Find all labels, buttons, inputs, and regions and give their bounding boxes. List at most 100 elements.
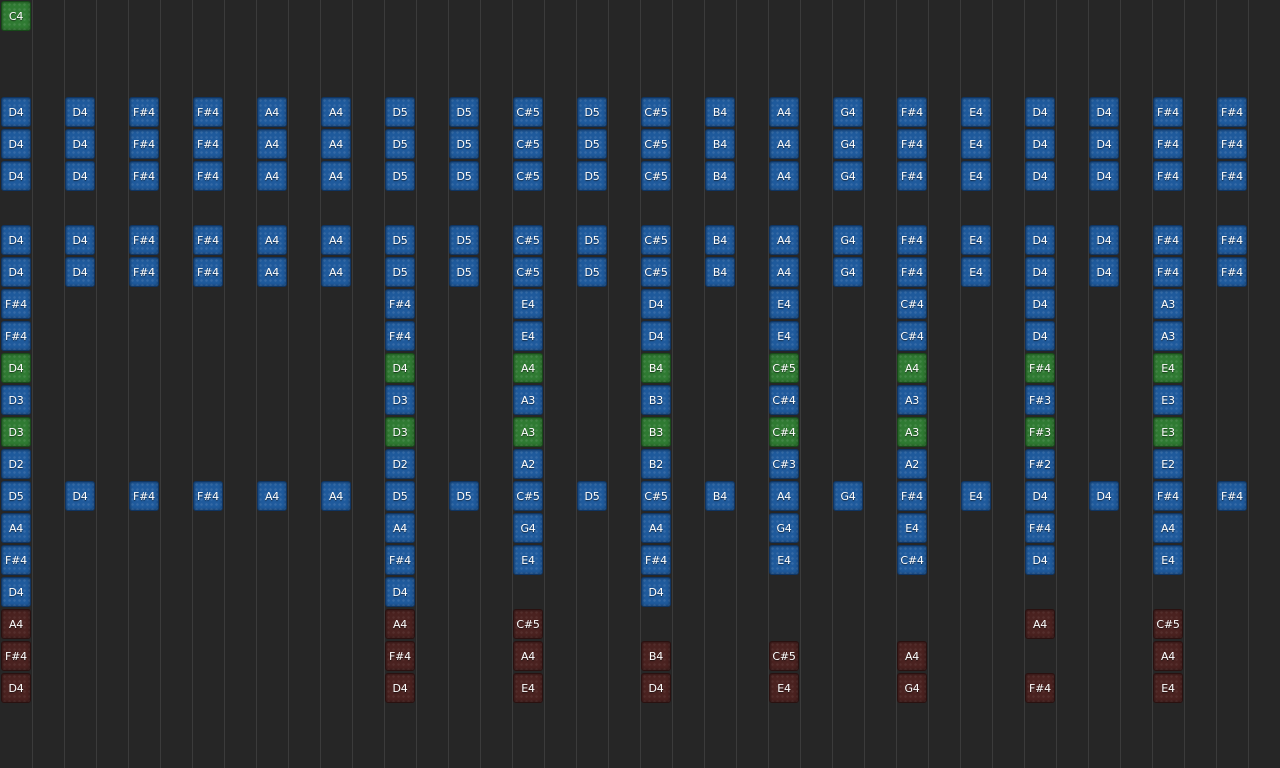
note-block-blue[interactable]: A4 — [769, 481, 799, 511]
note-block-blue[interactable]: D4 — [1025, 161, 1055, 191]
note-block-blue[interactable]: F#4 — [129, 129, 159, 159]
note-block-blue[interactable]: A3 — [1153, 321, 1183, 351]
note-block-blue[interactable]: F#4 — [129, 257, 159, 287]
note-block-blue[interactable]: F#2 — [1025, 449, 1055, 479]
note-block-blue[interactable]: D4 — [1089, 129, 1119, 159]
note-block-blue[interactable]: D4 — [641, 577, 671, 607]
note-block-blue[interactable]: E4 — [769, 545, 799, 575]
note-block-blue[interactable]: E2 — [1153, 449, 1183, 479]
note-block-blue[interactable]: A4 — [769, 225, 799, 255]
note-block-blue[interactable]: A3 — [897, 385, 927, 415]
note-block-blue[interactable]: A4 — [641, 513, 671, 543]
note-block-red[interactable]: A4 — [897, 641, 927, 671]
note-block-blue[interactable]: D4 — [1025, 257, 1055, 287]
note-block-blue[interactable]: D4 — [1089, 257, 1119, 287]
note-block-red[interactable]: E4 — [1153, 673, 1183, 703]
note-block-blue[interactable]: E4 — [513, 321, 543, 351]
note-block-blue[interactable]: F#4 — [193, 481, 223, 511]
note-block-green[interactable]: A3 — [513, 417, 543, 447]
note-block-blue[interactable]: E4 — [897, 513, 927, 543]
note-block-blue[interactable]: A4 — [321, 257, 351, 287]
note-block-blue[interactable]: F#4 — [897, 129, 927, 159]
note-block-green[interactable]: D3 — [385, 417, 415, 447]
note-block-blue[interactable]: E3 — [1153, 385, 1183, 415]
note-block-blue[interactable]: D5 — [577, 481, 607, 511]
note-block-blue[interactable]: B4 — [705, 97, 735, 127]
note-block-blue[interactable]: A3 — [513, 385, 543, 415]
note-block-blue[interactable]: F#4 — [1153, 97, 1183, 127]
note-block-blue[interactable]: F#3 — [1025, 385, 1055, 415]
note-block-green[interactable]: C4 — [1, 1, 31, 31]
note-block-blue[interactable]: C#4 — [769, 385, 799, 415]
note-block-blue[interactable]: D5 — [385, 161, 415, 191]
note-block-blue[interactable]: D5 — [385, 481, 415, 511]
note-block-blue[interactable]: G4 — [833, 161, 863, 191]
note-block-blue[interactable]: A4 — [321, 225, 351, 255]
note-block-blue[interactable]: C#5 — [513, 225, 543, 255]
note-block-blue[interactable]: F#4 — [1153, 225, 1183, 255]
note-block-blue[interactable]: A2 — [897, 449, 927, 479]
note-block-blue[interactable]: F#4 — [1217, 161, 1247, 191]
note-block-blue[interactable]: D5 — [449, 129, 479, 159]
note-block-blue[interactable]: F#4 — [1153, 129, 1183, 159]
note-block-blue[interactable]: G4 — [833, 225, 863, 255]
note-block-green[interactable]: A4 — [513, 353, 543, 383]
note-block-blue[interactable]: F#4 — [193, 161, 223, 191]
note-block-blue[interactable]: F#4 — [1217, 129, 1247, 159]
note-block-red[interactable]: D4 — [385, 673, 415, 703]
note-block-blue[interactable]: D4 — [65, 225, 95, 255]
note-block-blue[interactable]: G4 — [833, 129, 863, 159]
note-block-blue[interactable]: F#4 — [385, 289, 415, 319]
note-block-blue[interactable]: D4 — [1025, 289, 1055, 319]
note-block-green[interactable]: A4 — [897, 353, 927, 383]
note-block-blue[interactable]: D4 — [385, 577, 415, 607]
note-block-blue[interactable]: D5 — [385, 97, 415, 127]
note-block-blue[interactable]: D5 — [449, 481, 479, 511]
note-block-red[interactable]: A4 — [1025, 609, 1055, 639]
note-block-blue[interactable]: A2 — [513, 449, 543, 479]
note-block-blue[interactable]: C#5 — [513, 129, 543, 159]
note-block-green[interactable]: D4 — [385, 353, 415, 383]
note-block-blue[interactable]: D4 — [1089, 97, 1119, 127]
note-block-red[interactable]: F#4 — [1, 641, 31, 671]
note-block-blue[interactable]: A4 — [321, 97, 351, 127]
note-block-blue[interactable]: E4 — [961, 481, 991, 511]
note-block-blue[interactable]: A4 — [321, 481, 351, 511]
note-block-blue[interactable]: F#4 — [1217, 225, 1247, 255]
note-block-blue[interactable]: C#5 — [641, 97, 671, 127]
note-block-blue[interactable]: F#4 — [193, 225, 223, 255]
note-block-blue[interactable]: A4 — [257, 129, 287, 159]
note-block-blue[interactable]: F#4 — [897, 97, 927, 127]
note-block-blue[interactable]: C#4 — [897, 289, 927, 319]
note-block-blue[interactable]: B4 — [705, 225, 735, 255]
note-block-blue[interactable]: D5 — [385, 129, 415, 159]
note-block-blue[interactable]: G4 — [769, 513, 799, 543]
note-block-blue[interactable]: E4 — [1153, 545, 1183, 575]
note-block-blue[interactable]: C#5 — [513, 481, 543, 511]
note-block-blue[interactable]: F#4 — [129, 161, 159, 191]
note-block-blue[interactable]: F#4 — [897, 161, 927, 191]
note-block-red[interactable]: B4 — [641, 641, 671, 671]
note-block-blue[interactable]: E4 — [961, 129, 991, 159]
note-block-green[interactable]: D4 — [1, 353, 31, 383]
note-block-blue[interactable]: F#4 — [1025, 513, 1055, 543]
note-block-blue[interactable]: A4 — [257, 225, 287, 255]
note-block-red[interactable]: E4 — [513, 673, 543, 703]
note-block-blue[interactable]: D5 — [577, 97, 607, 127]
note-block-blue[interactable]: A4 — [769, 97, 799, 127]
note-block-blue[interactable]: D4 — [1025, 225, 1055, 255]
note-block-blue[interactable]: D5 — [449, 161, 479, 191]
note-block-blue[interactable]: D4 — [1089, 481, 1119, 511]
note-block-green[interactable]: F#3 — [1025, 417, 1055, 447]
note-block-blue[interactable]: D4 — [1, 225, 31, 255]
note-block-red[interactable]: F#4 — [385, 641, 415, 671]
note-block-blue[interactable]: E4 — [961, 161, 991, 191]
note-block-blue[interactable]: D4 — [65, 129, 95, 159]
note-block-blue[interactable]: D5 — [449, 97, 479, 127]
note-block-blue[interactable]: D4 — [1, 97, 31, 127]
note-block-blue[interactable]: C#5 — [641, 225, 671, 255]
note-block-blue[interactable]: B4 — [705, 257, 735, 287]
note-block-blue[interactable]: F#4 — [1217, 97, 1247, 127]
note-block-blue[interactable]: D2 — [385, 449, 415, 479]
note-block-blue[interactable]: A4 — [385, 513, 415, 543]
